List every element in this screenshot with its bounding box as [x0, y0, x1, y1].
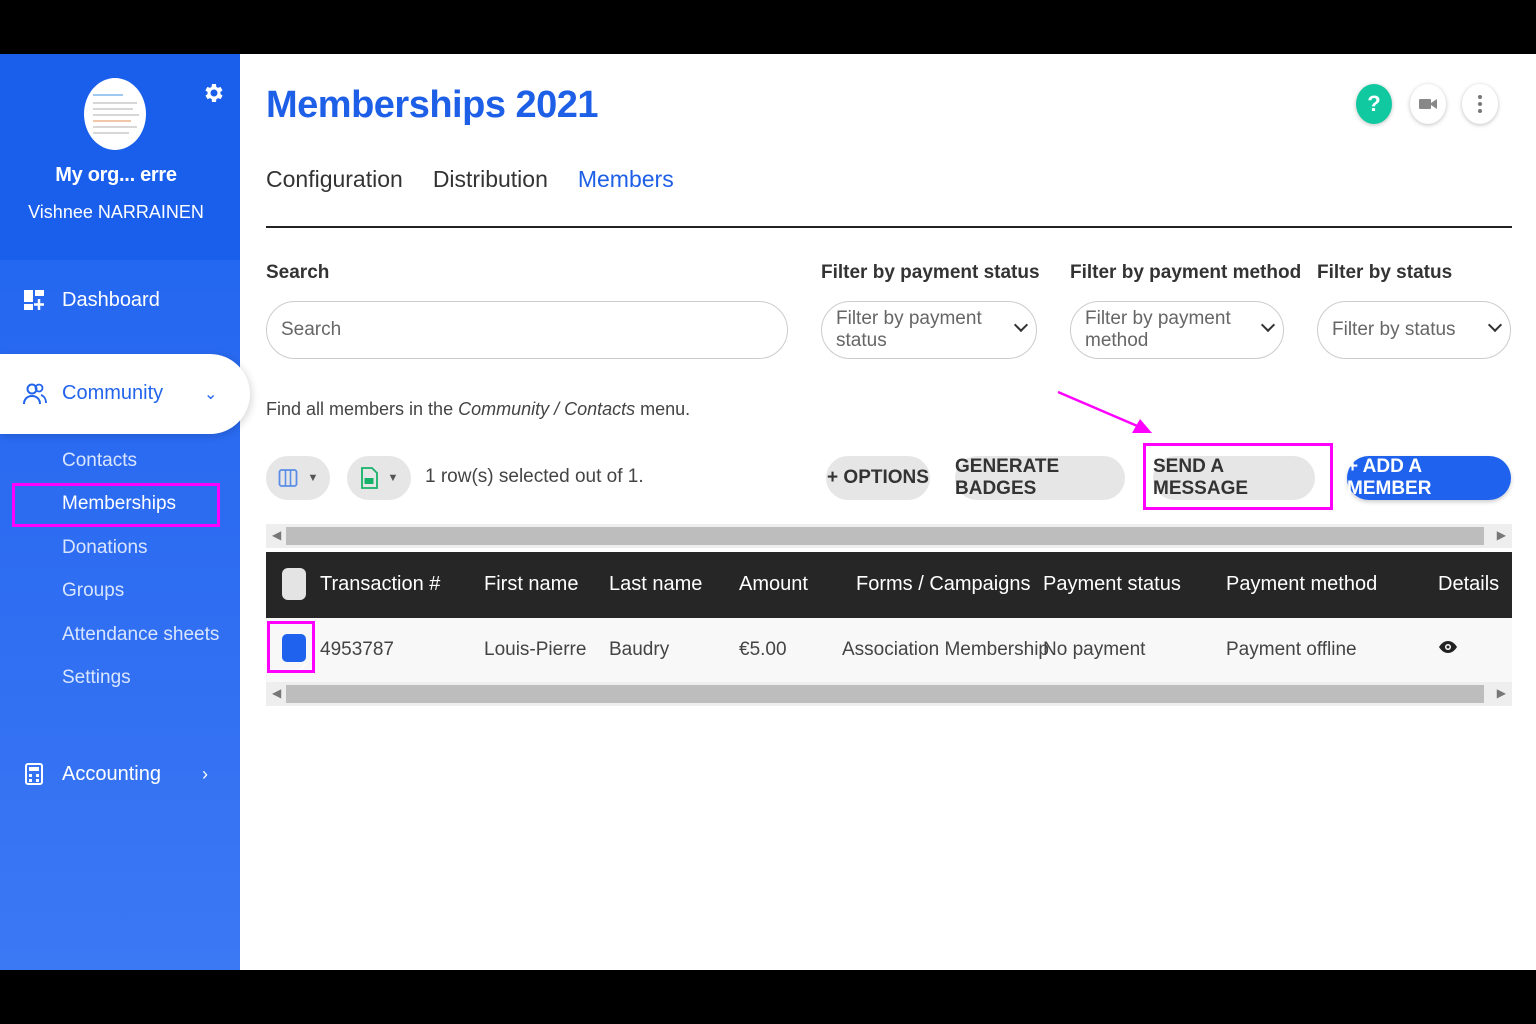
spreadsheet-icon — [360, 467, 378, 489]
cell-payment-method: Payment offline — [1226, 639, 1357, 660]
table-header: Transaction # First name Last name Amoun… — [266, 552, 1512, 618]
sidebar-subitem-attendance-sheets[interactable]: Attendance sheets — [62, 624, 219, 646]
page-title: Memberships 2021 — [266, 84, 599, 126]
column-header-transaction[interactable]: Transaction # — [320, 573, 440, 596]
scroll-thumb[interactable] — [286, 685, 1484, 703]
status-label: Filter by status — [1317, 262, 1453, 283]
cell-first-name: Louis-Pierre — [484, 639, 587, 660]
sidebar-subitem-settings[interactable]: Settings — [62, 667, 131, 689]
video-button[interactable] — [1410, 84, 1446, 124]
scroll-left-icon[interactable]: ◀ — [272, 528, 281, 542]
search-placeholder: Search — [281, 319, 342, 340]
community-icon — [23, 383, 47, 405]
cell-form: Association Membership — [842, 639, 1049, 660]
columns-button[interactable]: ▼ — [266, 456, 330, 500]
column-header-last-name[interactable]: Last name — [609, 573, 702, 596]
dropdown-caret-icon: ▼ — [307, 472, 319, 484]
scroll-right-icon[interactable]: ▶ — [1497, 686, 1506, 700]
help-button[interactable]: ? — [1356, 84, 1392, 124]
select-all-checkbox[interactable] — [282, 568, 306, 600]
sidebar: My org... erre Vishnee NARRAINEN Dashboa… — [0, 54, 250, 970]
chevron-right-icon: › — [202, 763, 208, 784]
chevron-down-icon: ⌄ — [204, 386, 218, 403]
video-camera-icon — [1419, 99, 1437, 109]
chevron-down-icon — [1487, 317, 1503, 333]
hint-prefix: Find all members in the — [266, 399, 459, 419]
tab-members[interactable]: Members — [578, 166, 674, 193]
highlight-row-checkbox — [267, 621, 315, 673]
payment-method-select[interactable]: Filter by payment method — [1070, 301, 1284, 359]
tab-divider — [266, 226, 1512, 228]
cell-last-name: Baudry — [609, 639, 670, 660]
options-button[interactable]: + OPTIONS — [826, 456, 930, 500]
column-header-details: Details — [1438, 573, 1500, 595]
payment-status-select[interactable]: Filter by payment status — [821, 301, 1037, 359]
sidebar-item-label: Accounting — [62, 762, 161, 785]
sidebar-item-community[interactable]: Community ⌄ — [0, 354, 250, 434]
hint-path: Community / Contacts — [458, 399, 636, 419]
table-row[interactable]: ✓ 4953787 Louis-Pierre Baudry €5.00 Asso… — [266, 618, 1512, 682]
sidebar-item-dashboard[interactable]: Dashboard — [0, 280, 240, 320]
cell-transaction: 4953787 — [320, 639, 394, 660]
sidebar-header: My org... erre Vishnee NARRAINEN — [0, 54, 240, 260]
horizontal-scrollbar-bottom[interactable]: ◀ ▶ — [266, 682, 1512, 706]
highlight-memberships — [12, 483, 220, 527]
export-button[interactable]: ▼ — [347, 456, 411, 500]
selection-count: 1 row(s) selected out of 1. — [425, 466, 644, 487]
payment-method-label: Filter by payment method — [1070, 262, 1302, 283]
tabs: Configuration Distribution Members — [266, 166, 674, 193]
sidebar-subitem-donations[interactable]: Donations — [62, 537, 148, 559]
column-header-forms-campaigns[interactable]: Forms / Campaigns — [856, 573, 1031, 596]
cell-amount: €5.00 — [739, 639, 787, 660]
tab-distribution[interactable]: Distribution — [433, 166, 548, 193]
main-content: Memberships 2021 ? Configuration Distrib… — [240, 54, 1536, 970]
payment-status-label: Filter by payment status — [821, 262, 1040, 283]
org-avatar[interactable] — [84, 78, 146, 150]
dashboard-icon — [24, 290, 44, 310]
gear-icon[interactable] — [201, 81, 225, 105]
search-label: Search — [266, 262, 330, 283]
scroll-right-icon[interactable]: ▶ — [1497, 528, 1506, 542]
add-member-button[interactable]: + ADD A MEMBER — [1347, 456, 1511, 500]
more-menu-button[interactable] — [1462, 84, 1498, 124]
app-window: My org... erre Vishnee NARRAINEN Dashboa… — [0, 54, 1536, 970]
payment-status-value: Filter by payment status — [836, 308, 982, 351]
more-vertical-icon — [1478, 95, 1482, 113]
column-header-payment-status[interactable]: Payment status — [1043, 573, 1181, 596]
annotation-arrow-icon — [1057, 390, 1152, 433]
cell-payment-status: No payment — [1043, 639, 1146, 660]
user-name: Vishnee NARRAINEN — [28, 202, 204, 222]
column-header-payment-method[interactable]: Payment method — [1226, 573, 1377, 596]
calculator-icon — [25, 763, 43, 785]
columns-icon — [278, 469, 297, 487]
sidebar-item-accounting[interactable]: Accounting › — [0, 754, 240, 794]
status-value: Filter by status — [1332, 319, 1456, 340]
sidebar-item-label: Community — [62, 382, 164, 404]
column-header-amount[interactable]: Amount — [739, 573, 808, 596]
sidebar-subitem-contacts[interactable]: Contacts — [62, 450, 137, 472]
scroll-thumb[interactable] — [286, 527, 1484, 545]
hint-suffix: menu. — [635, 399, 691, 419]
payment-method-value: Filter by payment method — [1085, 308, 1231, 351]
members-hint: Find all members in the Community / Cont… — [266, 399, 690, 420]
generate-badges-button[interactable]: GENERATE BADGES — [955, 456, 1125, 500]
sidebar-subitem-groups[interactable]: Groups — [62, 580, 124, 602]
column-header-first-name[interactable]: First name — [484, 573, 578, 596]
org-name: My org... erre — [55, 164, 177, 186]
help-icon: ? — [1367, 91, 1381, 116]
search-input[interactable]: Search — [266, 301, 788, 359]
sidebar-item-label: Dashboard — [62, 288, 160, 311]
eye-icon[interactable] — [1438, 640, 1458, 654]
highlight-send-message — [1143, 443, 1333, 510]
status-select[interactable]: Filter by status — [1317, 301, 1511, 359]
scroll-left-icon[interactable]: ◀ — [272, 686, 281, 700]
tab-configuration[interactable]: Configuration — [266, 166, 403, 193]
dropdown-caret-icon: ▼ — [387, 472, 399, 484]
horizontal-scrollbar-top[interactable]: ◀ ▶ — [266, 524, 1512, 548]
